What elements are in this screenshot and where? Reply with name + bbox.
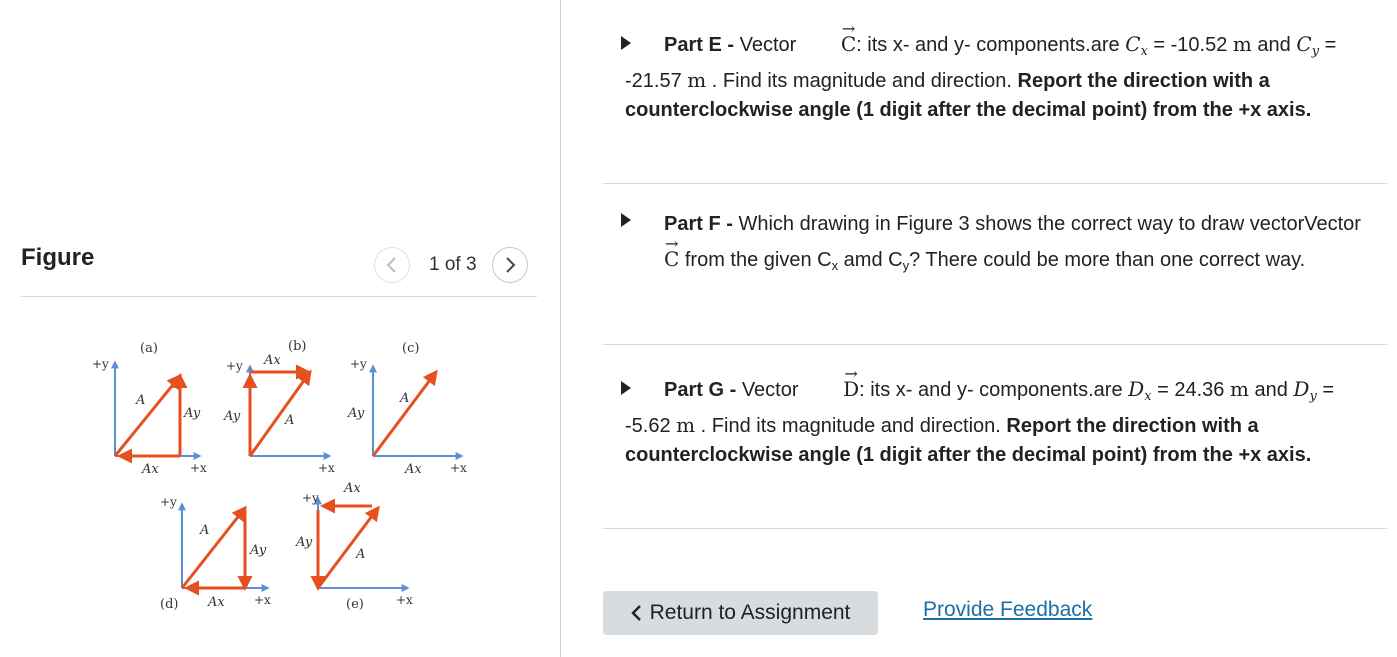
- chevron-left-icon: [630, 605, 642, 621]
- figure-panel-c: (c) +y +x A Ay Ax: [347, 341, 467, 477]
- part-separator: [603, 528, 1387, 529]
- ax-label: Ax: [141, 462, 159, 477]
- expand-caret-icon[interactable]: [621, 381, 631, 395]
- ay-label: Ay: [249, 543, 267, 558]
- next-figure-button[interactable]: [491, 247, 528, 283]
- panel-a-label: (a): [140, 341, 158, 356]
- ax-label: Ax: [263, 353, 281, 368]
- figure-panel-e: +y +x Ax Ay A (e): [295, 481, 413, 612]
- plus-y-label: +y: [92, 357, 109, 371]
- ax-label: Ax: [343, 481, 361, 496]
- figure-panel: Figure 1 of 3 (a) +y +x A Ay Ax (b) +y +…: [0, 0, 560, 657]
- figure-divider: [21, 296, 537, 297]
- figure-page-count: 1 of 3: [429, 254, 477, 275]
- vector-figure: (a) +y +x A Ay Ax (b) +y +x Ax Ay A (c) …: [92, 339, 467, 612]
- figure-pager: 1 of 3: [374, 246, 528, 284]
- plus-y-label: +y: [226, 359, 243, 373]
- vector-a-label: A: [135, 393, 145, 408]
- vector-c-symbol: C: [802, 14, 857, 59]
- question-panel: Part E - Vector C: its x- and y- compone…: [561, 0, 1397, 657]
- plus-x-label: +x: [450, 461, 467, 475]
- vector-d-symbol: D: [804, 359, 859, 404]
- chevron-right-icon: [505, 257, 515, 273]
- ay-label: Ay: [295, 535, 313, 550]
- plus-x-label: +x: [318, 461, 335, 475]
- part-g-label: Part G -: [664, 379, 737, 401]
- plus-y-label: +y: [302, 491, 319, 505]
- part-e-label: Part E -: [664, 34, 735, 56]
- part-e[interactable]: Part E - Vector C: its x- and y- compone…: [621, 14, 1365, 125]
- expand-caret-icon[interactable]: [621, 213, 631, 227]
- panel-b-label: (b): [288, 339, 306, 354]
- vector-c-symbol: C: [625, 226, 680, 277]
- figure-panel-d: +y +x A Ay (d) Ax: [160, 495, 271, 612]
- part-g[interactable]: Part G - Vector D: its x- and y- compone…: [621, 359, 1365, 470]
- vector-a-label: A: [399, 391, 409, 406]
- part-f[interactable]: Part F - Which drawing in Figure 3 shows…: [621, 207, 1365, 283]
- vector-a-label: A: [355, 547, 365, 562]
- previous-figure-button[interactable]: [374, 247, 410, 283]
- figure-title: Figure: [21, 244, 95, 271]
- plus-x-label: +x: [190, 461, 207, 475]
- part-separator: [603, 183, 1387, 184]
- vector-a-label: A: [284, 413, 294, 428]
- figure-panel-a: (a) +y +x A Ay Ax: [92, 341, 207, 477]
- part-e-text: Vector: [739, 34, 802, 56]
- plus-x-label: +x: [396, 593, 413, 607]
- ay-label: Ay: [223, 409, 241, 424]
- ay-label: Ay: [347, 406, 365, 421]
- chevron-left-icon: [386, 257, 396, 273]
- return-label: Return to Assignment: [649, 601, 851, 624]
- ay-label: Ay: [183, 406, 201, 421]
- return-to-assignment-button[interactable]: Return to Assignment: [603, 591, 878, 635]
- ax-label: Ax: [404, 462, 422, 477]
- panel-d-label: (d): [160, 597, 178, 612]
- provide-feedback-link[interactable]: Provide Feedback: [923, 598, 1092, 622]
- vector-a-label: A: [199, 523, 209, 538]
- plus-x-label: +x: [254, 593, 271, 607]
- plus-y-label: +y: [350, 357, 367, 371]
- panel-e-label: (e): [346, 597, 364, 612]
- expand-caret-icon[interactable]: [621, 36, 631, 50]
- figure-panel-b: (b) +y +x Ax Ay A: [223, 339, 335, 475]
- part-separator: [603, 344, 1387, 345]
- panel-c-label: (c): [402, 341, 419, 356]
- plus-y-label: +y: [160, 495, 177, 509]
- ax-label: Ax: [207, 595, 225, 610]
